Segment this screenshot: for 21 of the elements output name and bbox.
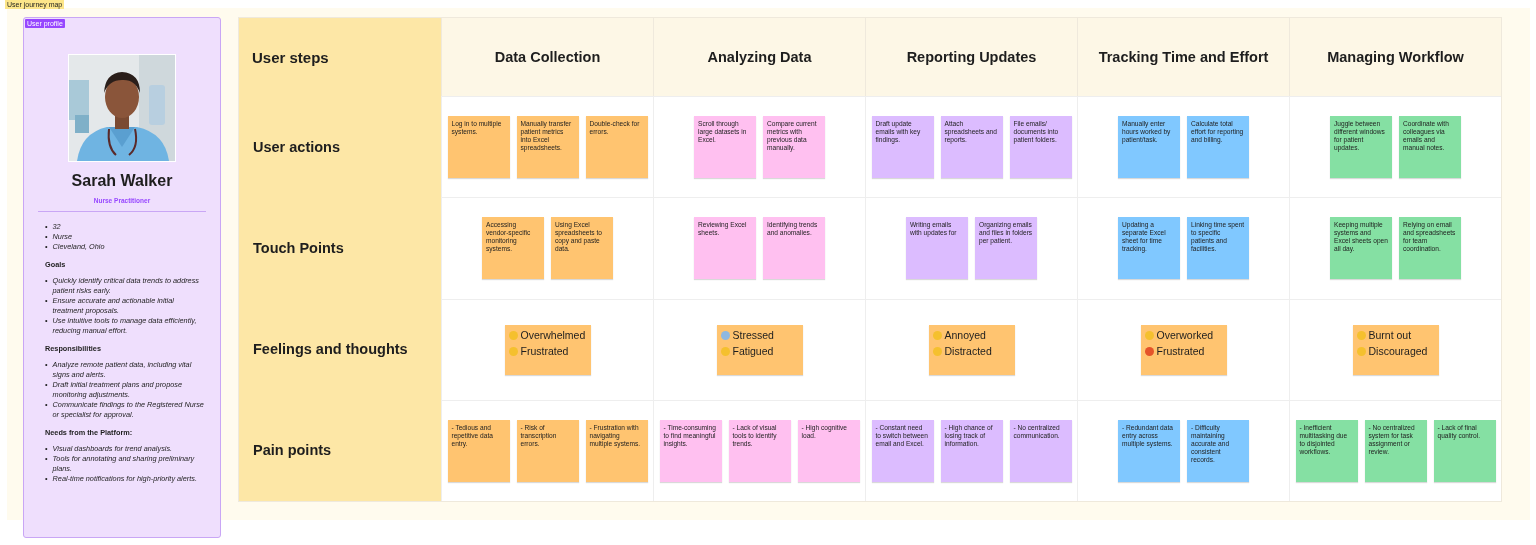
row-label: Feelings and thoughts bbox=[239, 298, 441, 400]
feeling-text: Annoyed bbox=[944, 328, 986, 342]
stage-header: Analyzing Data bbox=[653, 18, 865, 96]
row-label: Pain points bbox=[239, 399, 441, 501]
feeling-text: Frustrated bbox=[520, 344, 569, 358]
feeling-text: Overwhelmed bbox=[520, 328, 586, 342]
feeling-text: Stressed bbox=[732, 328, 774, 342]
feeling-text: Fatigued bbox=[732, 344, 774, 358]
feeling-text: Distracted bbox=[944, 344, 992, 358]
row-label: User actions bbox=[239, 96, 441, 198]
feeling-text: Frustrated bbox=[1156, 344, 1205, 358]
stage-header: Managing Workflow bbox=[1289, 18, 1501, 96]
feeling-text: Discouraged bbox=[1368, 344, 1428, 358]
row-label: Touch Points bbox=[239, 197, 441, 299]
stage-header: Data Collection bbox=[441, 18, 653, 96]
persona-name: Sarah Walker bbox=[70, 172, 174, 190]
feeling-text: Burnt out bbox=[1368, 328, 1412, 342]
corner-header: User steps bbox=[239, 18, 441, 96]
stage-header: Tracking Time and Effort bbox=[1077, 18, 1289, 96]
stage-header: Reporting Updates bbox=[865, 18, 1077, 96]
feeling-text: Overworked bbox=[1156, 328, 1214, 342]
